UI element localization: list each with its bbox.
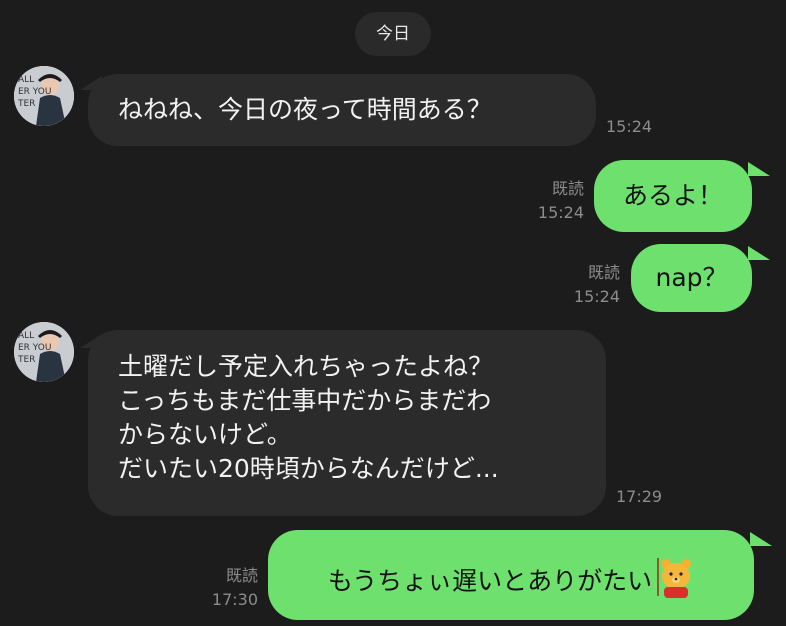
svg-text:ER YOU: ER YOU [18, 87, 51, 97]
message-line: からないけど。 [118, 420, 292, 449]
svg-text:ALL: ALL [18, 75, 34, 85]
message-line: こっちもまだ仕事中だからまだわ [118, 386, 492, 415]
message-line: だいたい20時頃からなんだけど... [118, 454, 499, 483]
read-receipt: 既読 [225, 566, 258, 585]
message-time: 15:24 [573, 287, 620, 306]
svg-text:ER YOU: ER YOU [18, 343, 51, 353]
outgoing-bubble-tail [748, 162, 770, 176]
date-divider: 今日 [355, 12, 431, 56]
outgoing-message-bubble[interactable]: もうちょぃ遅いとありがたい [268, 530, 754, 620]
outgoing-message-bubble[interactable]: nap？ [631, 244, 752, 312]
message-time: 15:24 [606, 117, 653, 136]
message-time: 17:30 [211, 590, 258, 609]
message-time: 15:24 [537, 203, 584, 222]
svg-text:TER: TER [17, 99, 35, 109]
svg-text:ALL: ALL [18, 331, 34, 341]
message-text: nap？ [655, 263, 728, 292]
message-line: 土曜だし予定入れちゃったよね？ [118, 352, 494, 381]
read-receipt: 既読 [587, 263, 620, 282]
read-receipt: 既読 [551, 179, 584, 198]
outgoing-bubble-tail [748, 246, 770, 260]
contact-avatar[interactable]: ALL ER YOU TER [14, 66, 74, 126]
bear-icon [654, 556, 694, 609]
message-text: もうちょぃ遅いとありがたい [327, 566, 653, 596]
outgoing-message-bubble[interactable]: あるよ！ [594, 160, 752, 232]
contact-avatar[interactable]: ALL ER YOU TER [14, 322, 74, 382]
message-text: あるよ！ [622, 181, 723, 210]
svg-text:TER: TER [17, 355, 35, 365]
avatar-photo-icon: ALL ER YOU TER [14, 322, 74, 382]
incoming-message-bubble[interactable]: ねねね、今日の夜って時間ある？ [88, 74, 596, 146]
avatar-photo-icon: ALL ER YOU TER [14, 66, 74, 126]
message-time: 17:29 [616, 487, 663, 506]
outgoing-bubble-tail [750, 532, 772, 546]
message-text: ねねね、今日の夜って時間ある？ [118, 95, 492, 124]
incoming-message-bubble[interactable]: 土曜だし予定入れちゃったよね？ こっちもまだ仕事中だからまだわ からないけど。 … [88, 330, 606, 516]
